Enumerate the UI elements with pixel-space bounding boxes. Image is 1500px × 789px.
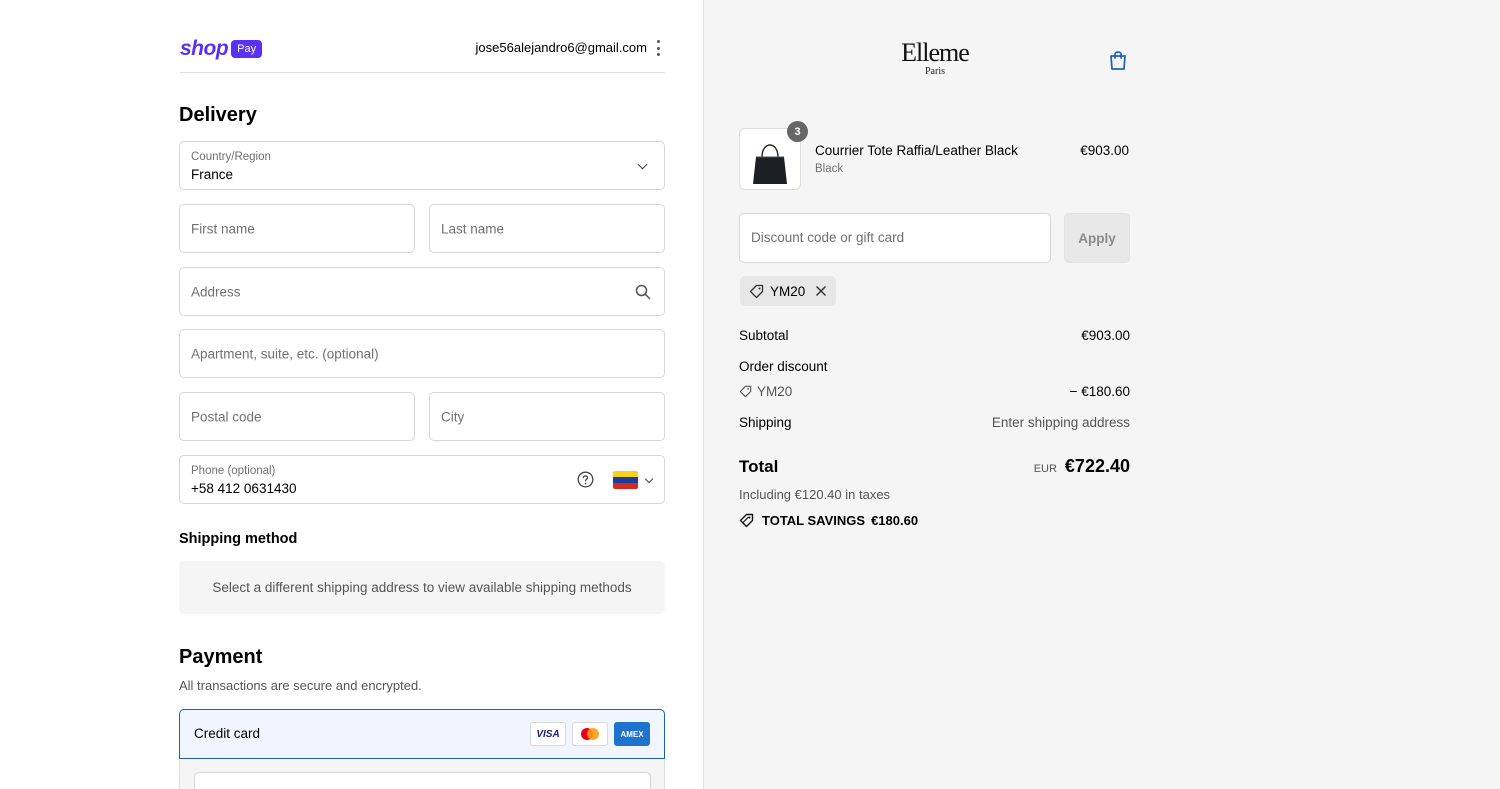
order-discount-row: Order discount — [739, 359, 1130, 374]
checkout-form-panel: shop Pay jose56alejandro6@gmail.com Deli… — [0, 0, 703, 789]
shop-wordmark: shop — [180, 37, 229, 60]
venezuela-flag-icon[interactable] — [613, 471, 638, 489]
tag-icon — [749, 284, 764, 298]
pay-badge: Pay — [231, 40, 263, 58]
account-email: jose56alejandro6@gmail.com — [475, 40, 647, 55]
currency-code: EUR — [1033, 463, 1057, 475]
shipping-row: Shipping Enter shipping address — [739, 415, 1130, 430]
city-field[interactable]: City — [429, 392, 665, 441]
phone-field[interactable]: Phone (optional) +58 412 0631430 — [179, 455, 665, 504]
card-number-field[interactable] — [194, 772, 651, 789]
visa-icon: VISA — [530, 722, 566, 746]
close-icon[interactable] — [815, 285, 827, 297]
shipping-value: Enter shipping address — [991, 415, 1130, 430]
total-savings: TOTAL SAVINGS €180.60 — [739, 513, 918, 528]
last-name-placeholder: Last name — [441, 221, 505, 236]
country-select[interactable]: Country/Region France — [179, 141, 665, 190]
subtotal-label: Subtotal — [739, 328, 789, 343]
apartment-placeholder: Apartment, suite, etc. (optional) — [191, 346, 379, 361]
chevron-down-icon[interactable] — [644, 474, 654, 484]
chevron-down-icon — [637, 159, 648, 170]
credit-card-fields-area — [179, 759, 665, 789]
shipping-method-notice: Select a different shipping address to v… — [179, 561, 665, 614]
help-icon[interactable] — [577, 471, 594, 488]
discount-placeholder: Discount code or gift card — [751, 230, 905, 245]
applied-code: YM20 — [770, 283, 806, 299]
more-options-icon[interactable] — [653, 40, 663, 56]
brand-logo[interactable]: Elleme Paris — [890, 38, 980, 78]
discount-code-text: YM20 — [757, 384, 793, 399]
applied-discount-chip: YM20 — [740, 276, 837, 306]
payment-heading: Payment — [179, 646, 263, 668]
total-value: €722.40 — [1064, 456, 1130, 476]
first-name-placeholder: First name — [191, 221, 255, 236]
savings-tag-icon — [739, 513, 754, 528]
header-divider — [180, 72, 665, 73]
delivery-heading: Delivery — [179, 104, 257, 126]
product-name: Courrier Tote Raffia/Leather Black — [815, 143, 1018, 158]
brand-sub: Paris — [925, 66, 945, 77]
shop-pay-logo: shop Pay — [180, 37, 263, 61]
credit-card-label: Credit card — [194, 726, 261, 741]
shopping-bag-icon[interactable] — [1108, 49, 1128, 71]
apply-button[interactable]: Apply — [1064, 213, 1130, 263]
product-variant: Black — [815, 163, 844, 175]
savings-label: TOTAL SAVINGS — [762, 513, 866, 528]
mastercard-icon — [572, 722, 608, 746]
country-value: France — [191, 167, 234, 182]
total-row: Total EUR €722.40 — [739, 456, 1130, 477]
first-name-field[interactable]: First name — [179, 204, 415, 253]
product-price: €903.00 — [1080, 143, 1129, 158]
payment-subtitle: All transactions are secure and encrypte… — [179, 678, 422, 693]
order-discount-label: Order discount — [739, 359, 828, 374]
subtotal-row: Subtotal €903.00 — [739, 328, 1130, 343]
phone-value: +58 412 0631430 — [191, 481, 297, 496]
shipping-method-heading: Shipping method — [179, 531, 298, 547]
credit-card-option[interactable]: Credit card VISA AMEX — [179, 709, 665, 759]
quantity-badge: 3 — [787, 121, 808, 142]
subtotal-value: €903.00 — [1081, 328, 1130, 343]
city-placeholder: City — [441, 409, 465, 424]
postal-code-field[interactable]: Postal code — [179, 392, 415, 441]
tag-icon — [739, 385, 752, 398]
brand-name: Elleme — [901, 38, 970, 67]
shipping-label: Shipping — [739, 415, 792, 430]
apartment-field[interactable]: Apartment, suite, etc. (optional) — [179, 329, 665, 378]
search-icon[interactable] — [635, 284, 651, 300]
country-label: Country/Region — [191, 151, 271, 163]
discount-code-row: YM20 − €180.60 — [739, 384, 1130, 399]
address-placeholder: Address — [191, 284, 241, 299]
address-field[interactable]: Address — [179, 267, 665, 316]
discount-code-input[interactable]: Discount code or gift card — [739, 213, 1051, 263]
postal-code-placeholder: Postal code — [191, 409, 262, 424]
taxes-note: Including €120.40 in taxes — [739, 487, 891, 502]
savings-value: €180.60 — [871, 513, 919, 528]
discount-value: − €180.60 — [1069, 384, 1130, 399]
amex-icon: AMEX — [614, 722, 650, 746]
discount-code-line: YM20 — [739, 384, 792, 399]
total-amount: EUR €722.40 — [1034, 456, 1130, 477]
phone-label: Phone (optional) — [191, 465, 276, 477]
total-label: Total — [739, 457, 779, 476]
card-brand-icons: VISA AMEX — [530, 722, 650, 746]
last-name-field[interactable]: Last name — [429, 204, 665, 253]
